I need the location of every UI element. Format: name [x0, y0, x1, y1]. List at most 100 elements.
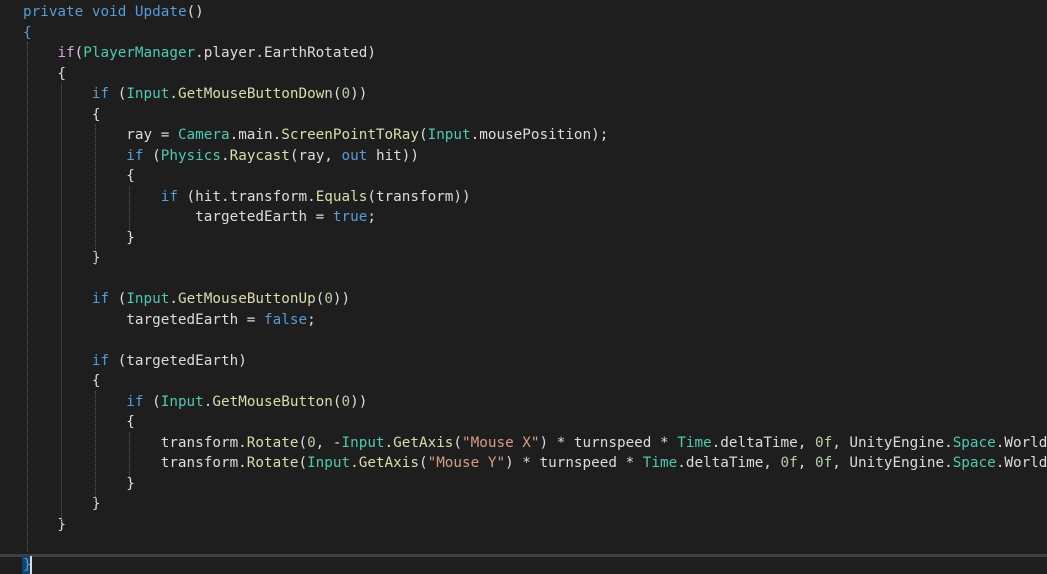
code-token: .World [995, 434, 1047, 451]
code-token: if [57, 45, 75, 61]
code-token: if [160, 188, 178, 205]
code-token: Camera [177, 127, 230, 143]
code-line[interactable]: } [23, 228, 135, 249]
code-line[interactable]: transform.Rotate(0, -Input.GetAxis("Mous… [23, 433, 1047, 454]
code-line[interactable]: if (Physics.Raycast(ray, out hit)) [23, 146, 419, 167]
text-caret [30, 556, 32, 574]
code-token: private [23, 4, 84, 20]
code-token: .mousePosition); [470, 127, 609, 143]
code-token: GetMouseButtonDown [177, 86, 333, 102]
code-token: , - [315, 434, 342, 451]
code-token: ( [332, 393, 342, 410]
code-token: Input [126, 291, 170, 307]
code-line[interactable]: { [23, 166, 135, 187]
code-line[interactable]: if (Input.GetMouseButtonUp(0)) [23, 289, 350, 310]
code-token: )) [350, 86, 368, 102]
code-token: ) * turnspeed * [505, 455, 643, 471]
code-token: )) [332, 291, 351, 307]
code-token: ( [298, 434, 308, 451]
code-token: . [384, 434, 394, 451]
code-token: ( [332, 86, 342, 102]
code-token: ; [367, 209, 376, 225]
code-line[interactable]: targetedEarth = true; [23, 207, 376, 228]
code-token: Time [677, 434, 712, 451]
code-editor[interactable]: private void Update(){ if(PlayerManager.… [0, 0, 1047, 574]
code-token: if [91, 86, 110, 102]
code-token: ScreenPointToRay [281, 127, 419, 143]
code-token: { [23, 414, 135, 430]
bottom-panel-divider[interactable] [0, 554, 1047, 557]
code-line[interactable]: if(PlayerManager.player.EarthRotated) [23, 43, 376, 64]
code-line[interactable]: if (targetedEarth) [23, 351, 247, 372]
code-token: Equals [315, 188, 368, 205]
code-line[interactable]: if (Input.GetMouseButton(0)) [23, 392, 367, 413]
code-token: 0 [341, 86, 351, 102]
code-token: .player.EarthRotated) [195, 45, 376, 61]
code-token: 0f [814, 455, 833, 471]
code-token: . [221, 147, 230, 164]
code-token: { [23, 168, 135, 184]
code-token: if [91, 352, 110, 369]
code-token: out [341, 147, 368, 164]
code-token: 0 [341, 393, 351, 410]
code-token: Rotate [246, 434, 299, 451]
code-token: .deltaTime, [711, 434, 815, 451]
code-token: Space [952, 434, 996, 451]
code-line[interactable]: } [23, 515, 66, 536]
code-token: , UnityEngine. [832, 434, 953, 451]
code-token: } [23, 229, 135, 246]
code-token: Space [952, 455, 996, 471]
code-token: "Mouse X" [462, 434, 540, 451]
code-token: ( [143, 393, 161, 410]
indent-guide [129, 186, 130, 245]
code-line[interactable]: { [23, 64, 66, 85]
code-token: targetedEarth = [23, 209, 333, 225]
code-token: ray = [23, 127, 178, 143]
code-token: GetAxis [393, 434, 454, 451]
code-token: } [23, 475, 135, 492]
code-token: PlayerManager [83, 45, 196, 61]
code-line[interactable]: private void Update() [23, 2, 204, 23]
code-token: Time [642, 455, 678, 471]
code-token: hit)) [367, 147, 420, 164]
code-line[interactable]: { [23, 23, 32, 44]
code-line[interactable]: transform.Rotate(Input.GetAxis("Mouse Y"… [23, 453, 1047, 474]
code-token: 0f [814, 434, 833, 451]
code-token: true [332, 209, 368, 225]
code-token: . [169, 291, 178, 307]
code-token: (ray, [289, 147, 342, 164]
code-token: , [797, 455, 815, 471]
code-token: ; [307, 311, 316, 328]
code-token: Rotate [246, 455, 299, 471]
code-token: transform. [23, 434, 247, 451]
code-token: Input [427, 127, 471, 143]
indent-guide [61, 83, 62, 522]
code-token: (hit.transform. [177, 188, 316, 205]
code-token: 0f [780, 455, 798, 471]
code-token: if [126, 393, 144, 410]
code-token: , UnityEngine. [832, 455, 953, 471]
code-line[interactable]: if (hit.transform.Equals(transform)) [23, 187, 471, 208]
code-line[interactable]: { [23, 412, 135, 433]
indent-guide [95, 391, 96, 501]
code-line[interactable]: } [23, 474, 135, 495]
code-token: } [23, 516, 67, 533]
code-token: ( [418, 127, 428, 143]
code-line[interactable]: if (Input.GetMouseButtonDown(0)) [23, 84, 367, 105]
code-token: ( [143, 147, 161, 164]
code-token: GetMouseButtonUp [177, 291, 316, 307]
code-token: if [126, 147, 144, 164]
code-token: GetAxis [358, 455, 419, 471]
code-token: false [264, 311, 308, 328]
code-token: ( [453, 434, 463, 451]
code-line[interactable]: targetedEarth = false; [23, 310, 316, 331]
code-line[interactable]: ray = Camera.main.ScreenPointToRay(Input… [23, 125, 608, 146]
code-token: void [91, 4, 127, 20]
